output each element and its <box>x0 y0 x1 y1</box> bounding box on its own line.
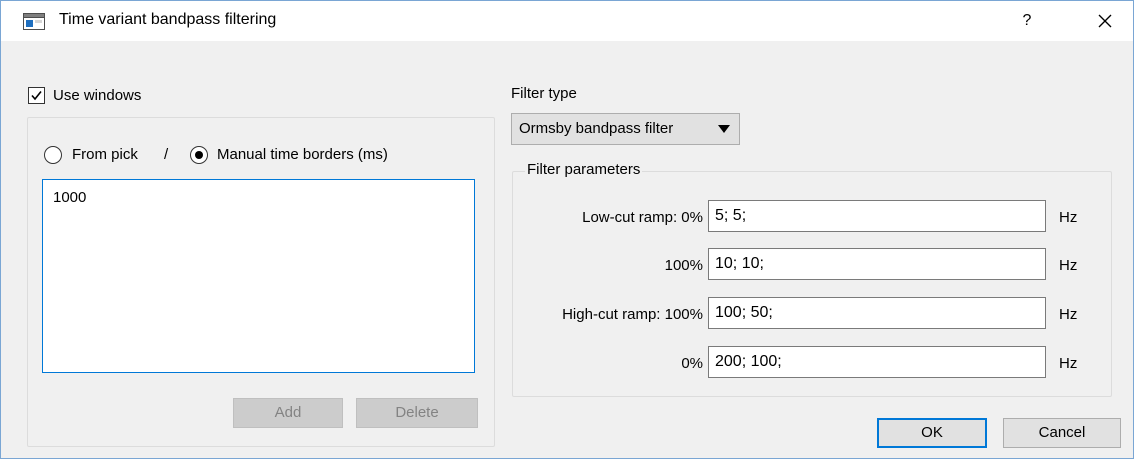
low-cut-100-input[interactable] <box>708 248 1046 280</box>
filter-parameters-label: Filter parameters <box>525 161 643 178</box>
ok-button[interactable]: OK <box>877 418 987 448</box>
delete-button[interactable]: Delete <box>356 398 478 428</box>
manual-time-borders-label: Manual time borders (ms) <box>217 146 388 163</box>
low-cut-0-input[interactable] <box>708 200 1046 232</box>
high-cut-0-input[interactable] <box>708 346 1046 378</box>
high-cut-100-unit: Hz <box>1059 306 1078 323</box>
low-cut-100-unit: Hz <box>1059 257 1078 274</box>
chevron-down-icon <box>718 125 730 133</box>
high-cut-0-label: 0% <box>681 355 703 372</box>
filter-type-value: Ormsby bandpass filter <box>519 120 674 137</box>
high-cut-0-unit: Hz <box>1059 355 1078 372</box>
radio-selected-dot <box>195 151 203 159</box>
from-pick-radio[interactable] <box>44 146 62 164</box>
help-button[interactable]: ? <box>1011 6 1043 36</box>
low-cut-0-unit: Hz <box>1059 209 1078 226</box>
filter-type-dropdown[interactable]: Ormsby bandpass filter <box>511 113 740 145</box>
low-cut-0-label: Low-cut ramp: 0% <box>582 209 703 226</box>
cancel-button[interactable]: Cancel <box>1003 418 1121 448</box>
window-title: Time variant bandpass filtering <box>59 11 277 28</box>
low-cut-100-label: 100% <box>664 257 703 274</box>
time-borders-textarea[interactable]: 1000 <box>42 179 475 373</box>
high-cut-100-label: High-cut ramp: 100% <box>562 306 703 323</box>
title-bar: Time variant bandpass filtering ? <box>1 1 1133 41</box>
radio-separator: / <box>164 146 169 163</box>
manual-time-borders-radio[interactable] <box>190 146 208 164</box>
window-app-icon <box>23 13 45 30</box>
high-cut-100-input[interactable] <box>708 297 1046 329</box>
use-windows-checkbox[interactable] <box>28 87 45 104</box>
close-icon <box>1085 14 1125 40</box>
use-windows-label: Use windows <box>53 87 142 104</box>
filter-type-label: Filter type <box>511 85 577 102</box>
dialog-window: Time variant bandpass filtering ? Use wi… <box>0 0 1134 459</box>
from-pick-label: From pick <box>72 146 138 163</box>
close-button[interactable] <box>1085 6 1125 36</box>
add-button[interactable]: Add <box>233 398 343 428</box>
